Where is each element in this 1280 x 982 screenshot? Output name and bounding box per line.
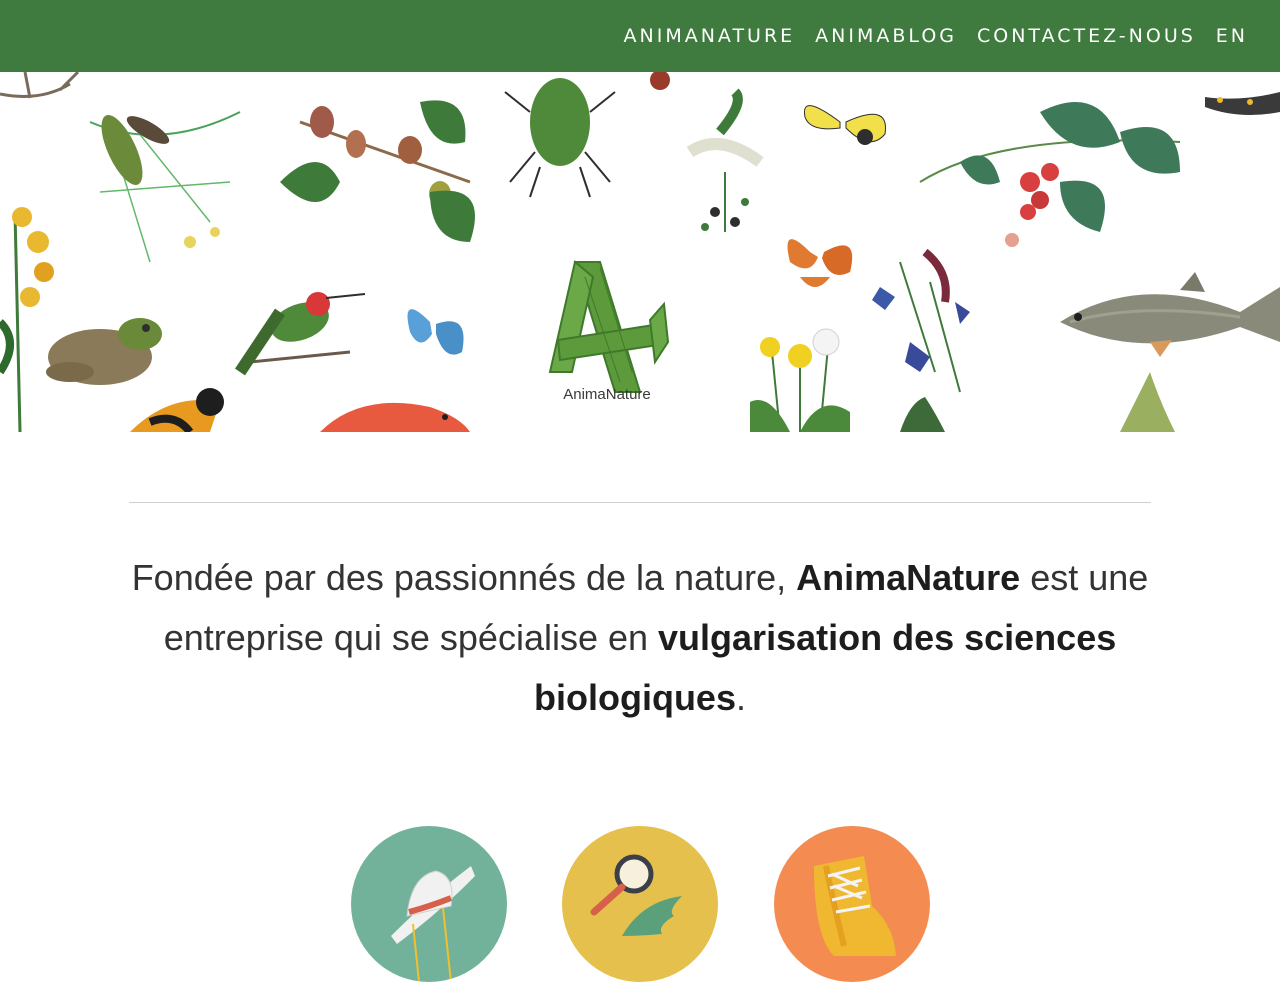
raspberry-illustration xyxy=(919,102,1181,247)
intro-brand: AnimaNature xyxy=(796,557,1021,598)
branch-illustration xyxy=(0,72,80,99)
explorer-hat-icon xyxy=(391,866,475,982)
logo-wordmark: AnimaNature xyxy=(563,386,651,403)
nav-item-animanature[interactable]: ANIMANATURE xyxy=(624,25,796,47)
intro-text-1: Fondée par des passionnés de la nature, xyxy=(131,557,797,598)
section-divider xyxy=(129,502,1151,503)
trout-illustration xyxy=(1060,272,1280,357)
nav-item-contact[interactable]: CONTACTEZ-NOUS xyxy=(977,25,1196,47)
intro-text-3: . xyxy=(735,677,746,718)
grass-illustration xyxy=(1120,372,1175,432)
nav-item-animablog[interactable]: ANIMABLOG xyxy=(815,25,957,47)
caterpillar-flower-illustration xyxy=(686,88,764,232)
hummingbird-illustration xyxy=(235,292,366,376)
animanature-logo: AnimaNature xyxy=(548,260,670,403)
dandelion-illustration xyxy=(750,328,850,432)
main-nav: ANIMANATURE ANIMABLOG CONTACTEZ-NOUS EN xyxy=(624,0,1249,72)
feature-circle-discovery xyxy=(562,826,718,982)
site-header: ANIMANATURE ANIMABLOG CONTACTEZ-NOUS EN xyxy=(0,0,1280,72)
hero-banner: AnimaNature xyxy=(0,72,1280,432)
fig-branch-illustration xyxy=(280,100,475,242)
nature-illustrations: AnimaNature xyxy=(0,72,1280,432)
oriole-illustration xyxy=(130,388,224,432)
orange-butterfly-illustration xyxy=(787,239,853,287)
nav-item-language-en[interactable]: EN xyxy=(1216,25,1248,47)
wildflower-illustration xyxy=(872,248,970,393)
caterpillar-illustration xyxy=(89,111,241,263)
red-fish-illustration xyxy=(320,402,470,432)
blue-butterfly-illustration xyxy=(407,309,464,355)
beetle-illustration xyxy=(504,78,616,198)
magnifier-leaf-icon xyxy=(590,854,682,936)
yellow-flower-illustration xyxy=(0,207,54,432)
feature-circle-explorer xyxy=(351,826,507,982)
frog-illustration xyxy=(46,318,162,385)
salamander-illustration xyxy=(1205,92,1280,116)
feature-circle-hiking xyxy=(774,826,930,982)
intro-statement: Fondée par des passionnés de la nature, … xyxy=(130,548,1150,728)
yellow-butterfly-illustration xyxy=(803,105,887,145)
bug-illustration xyxy=(650,72,670,90)
hiking-boot-icon xyxy=(814,856,896,956)
plant-illustration xyxy=(900,397,945,432)
